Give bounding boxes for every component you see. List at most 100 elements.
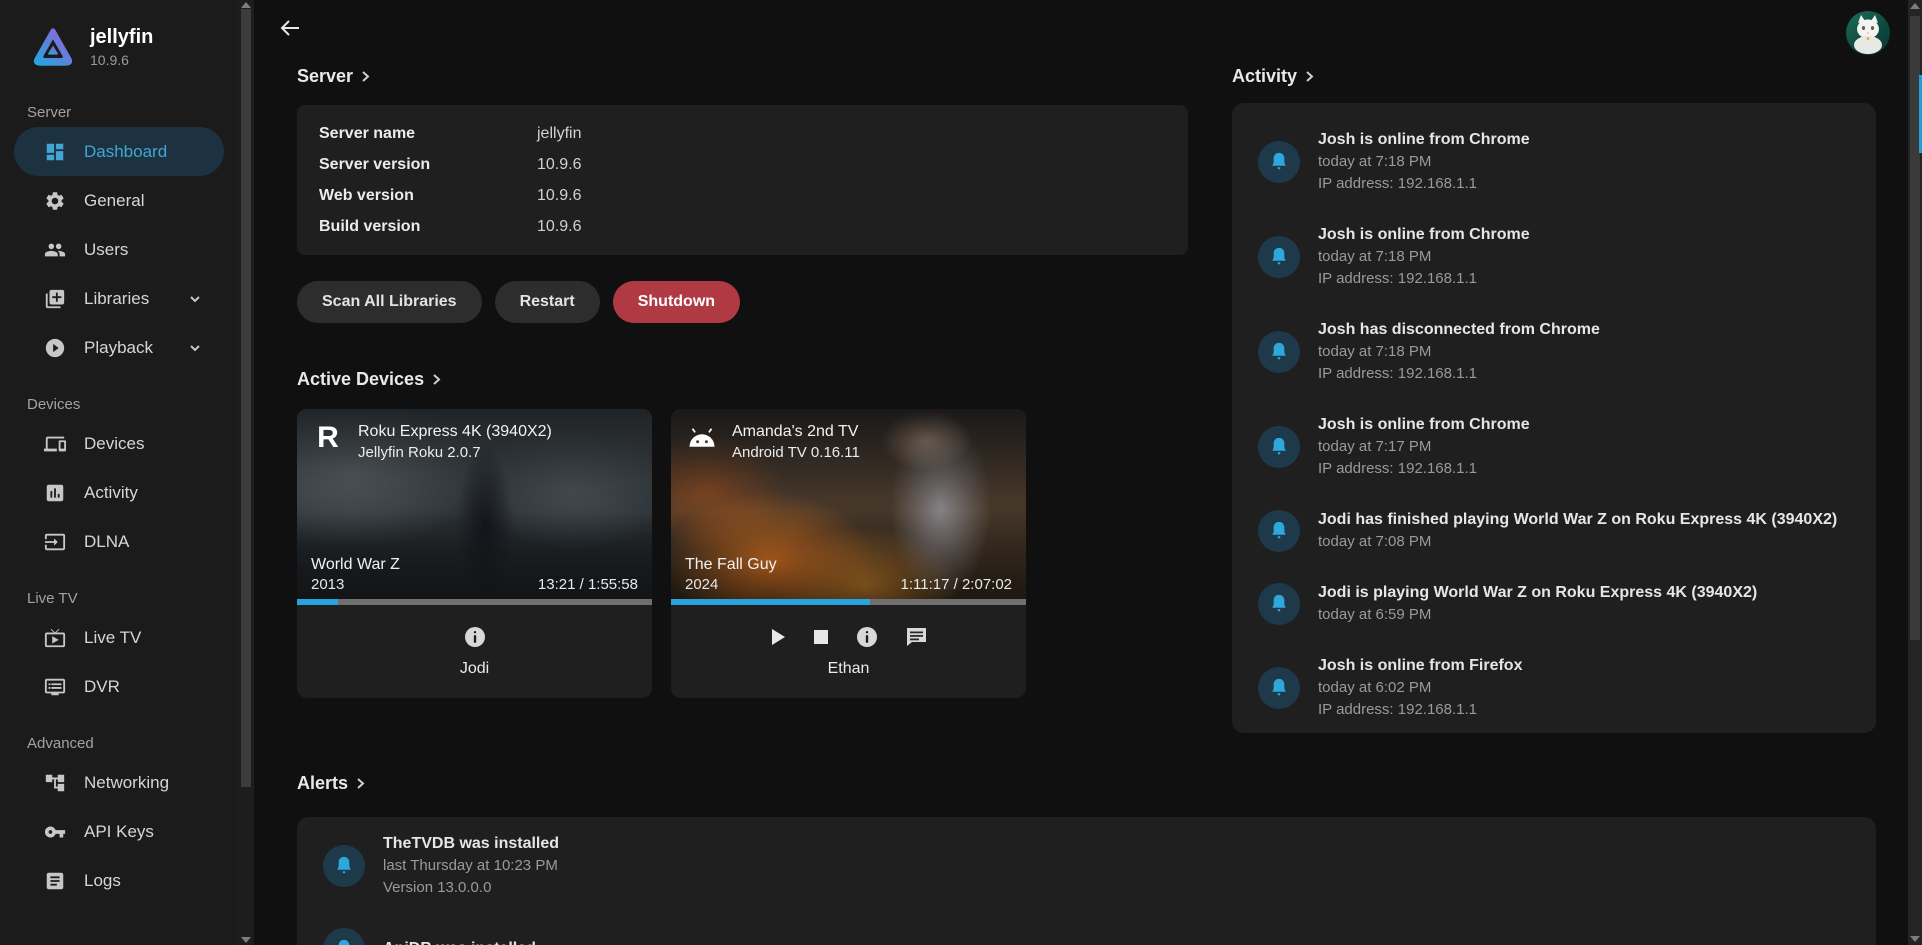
scan-all-libraries-button[interactable]: Scan All Libraries (297, 281, 482, 323)
server-heading-label: Server (297, 66, 353, 86)
play-button[interactable] (770, 628, 786, 646)
sidebar-item-networking[interactable]: Networking (14, 758, 224, 807)
sidebar-item-label: Libraries (84, 289, 149, 309)
feed-item-time: today at 7:18 PM (1318, 341, 1600, 363)
play-icon (770, 628, 786, 646)
sidebar-item-label: API Keys (84, 822, 154, 842)
feed-item-title: TheTVDB was installed (383, 833, 559, 855)
sidebar-item-api-keys[interactable]: API Keys (14, 807, 224, 856)
dvr-icon (44, 676, 66, 698)
row-label: Build version (319, 218, 537, 236)
chat-icon (906, 627, 927, 647)
sidebar-item-label: Users (84, 240, 128, 260)
sidebar-item-logs[interactable]: Logs (14, 856, 224, 905)
notification-badge (1258, 583, 1300, 625)
app-logo-row: jellyfin 10.9.6 (30, 24, 238, 70)
sidebar-item-activity[interactable]: Activity (14, 468, 224, 517)
scroll-up-icon[interactable] (241, 2, 251, 8)
sidebar-item-libraries[interactable]: Libraries (14, 274, 224, 323)
feed-item-title: Josh is online from Firefox (1318, 655, 1522, 677)
sidebar-item-label: Playback (84, 338, 153, 358)
media-title: World War Z (311, 554, 400, 576)
notification-badge (1258, 236, 1300, 278)
bell-icon (1269, 593, 1289, 615)
sidebar-scrollbar[interactable] (238, 0, 254, 945)
sidebar-item-dashboard[interactable]: Dashboard (14, 127, 224, 176)
sidebar-item-live-tv[interactable]: Live TV (14, 613, 224, 662)
notification-badge (1258, 510, 1300, 552)
notification-badge (323, 845, 365, 887)
list-item: Jodi has finished playing World War Z on… (1258, 509, 1850, 553)
gear-icon (44, 190, 66, 212)
bell-icon (334, 938, 354, 945)
chevron-down-icon (188, 341, 202, 355)
roku-icon: R (311, 421, 345, 455)
chevron-down-icon (188, 292, 202, 306)
sidebar-item-label: Devices (84, 434, 144, 454)
back-button[interactable] (278, 16, 306, 44)
notification-badge (1258, 141, 1300, 183)
sidebar-item-dlna[interactable]: DLNA (14, 517, 224, 566)
stop-icon (814, 630, 828, 644)
arrow-left-icon (278, 16, 302, 40)
playback-time: 1:11:17 / 2:07:02 (901, 576, 1012, 593)
sidebar-item-label: Dashboard (84, 142, 167, 162)
sidebar-item-dvr[interactable]: DVR (14, 662, 224, 711)
sidebar-item-users[interactable]: Users (14, 225, 224, 274)
sidebar-item-general[interactable]: General (14, 176, 224, 225)
activity-section-heading[interactable]: Activity (1232, 66, 1876, 86)
device-card-roku: R Roku Express 4K (3940X2) Jellyfin Roku… (297, 409, 652, 698)
bell-icon (1269, 246, 1289, 268)
feed-item-time: today at 7:08 PM (1318, 531, 1837, 553)
info-button[interactable] (856, 626, 878, 648)
alerts-section-heading[interactable]: Alerts (297, 773, 1876, 793)
session-user: Ethan (828, 660, 870, 678)
sidebar-item-label: Activity (84, 483, 138, 503)
app-name: jellyfin (90, 26, 153, 49)
sidebar-item-label: Networking (84, 773, 169, 793)
dashboard-icon (44, 141, 66, 163)
logs-icon (44, 870, 66, 892)
row-label: Web version (319, 187, 537, 205)
user-avatar[interactable] (1846, 11, 1890, 55)
row-value: 10.9.6 (537, 187, 581, 205)
chevron-right-icon (356, 777, 365, 790)
feed-item-detail: IP address: 192.168.1.1 (1318, 268, 1530, 290)
notification-badge (1258, 331, 1300, 373)
feed-item-time: today at 7:17 PM (1318, 436, 1530, 458)
active-devices-heading[interactable]: Active Devices (297, 369, 1188, 389)
bell-icon (1269, 151, 1289, 173)
scroll-up-icon[interactable] (1910, 3, 1920, 9)
info-button[interactable] (464, 626, 486, 648)
key-icon (44, 821, 66, 843)
list-item: Josh is online from Firefox today at 6:0… (1258, 655, 1850, 721)
cat-avatar-image (1846, 11, 1890, 55)
client-version: Android TV 0.16.11 (732, 442, 860, 463)
feed-item-title: AniDB was installed (383, 938, 536, 945)
sidebar-item-devices[interactable]: Devices (14, 419, 224, 468)
activity-icon (44, 482, 66, 504)
feed-item-time: today at 7:18 PM (1318, 151, 1530, 173)
scroll-down-icon[interactable] (1910, 936, 1920, 942)
feed-item-detail: IP address: 192.168.1.1 (1318, 458, 1530, 480)
device-name: Roku Express 4K (3940X2) (358, 421, 552, 442)
android-icon (685, 421, 719, 455)
server-section-heading[interactable]: Server (297, 66, 1188, 86)
app-version: 10.9.6 (90, 52, 153, 68)
scroll-down-icon[interactable] (241, 937, 251, 943)
sidebar-item-playback[interactable]: Playback (14, 323, 224, 372)
feed-item-time: today at 6:02 PM (1318, 677, 1522, 699)
notification-badge (1258, 426, 1300, 468)
message-button[interactable] (906, 627, 927, 647)
playback-time: 13:21 / 1:55:58 (538, 576, 638, 593)
restart-button[interactable]: Restart (495, 281, 600, 323)
sidebar-scrollbar-thumb[interactable] (241, 9, 251, 787)
bell-icon (1269, 436, 1289, 458)
session-user: Jodi (460, 660, 489, 678)
libraries-icon (44, 288, 66, 310)
sidebar-section-advanced: Advanced (27, 735, 238, 752)
shutdown-button[interactable]: Shutdown (613, 281, 740, 323)
stop-button[interactable] (814, 630, 828, 644)
feed-item-title: Josh is online from Chrome (1318, 224, 1530, 246)
sidebar-item-label: Live TV (84, 628, 141, 648)
